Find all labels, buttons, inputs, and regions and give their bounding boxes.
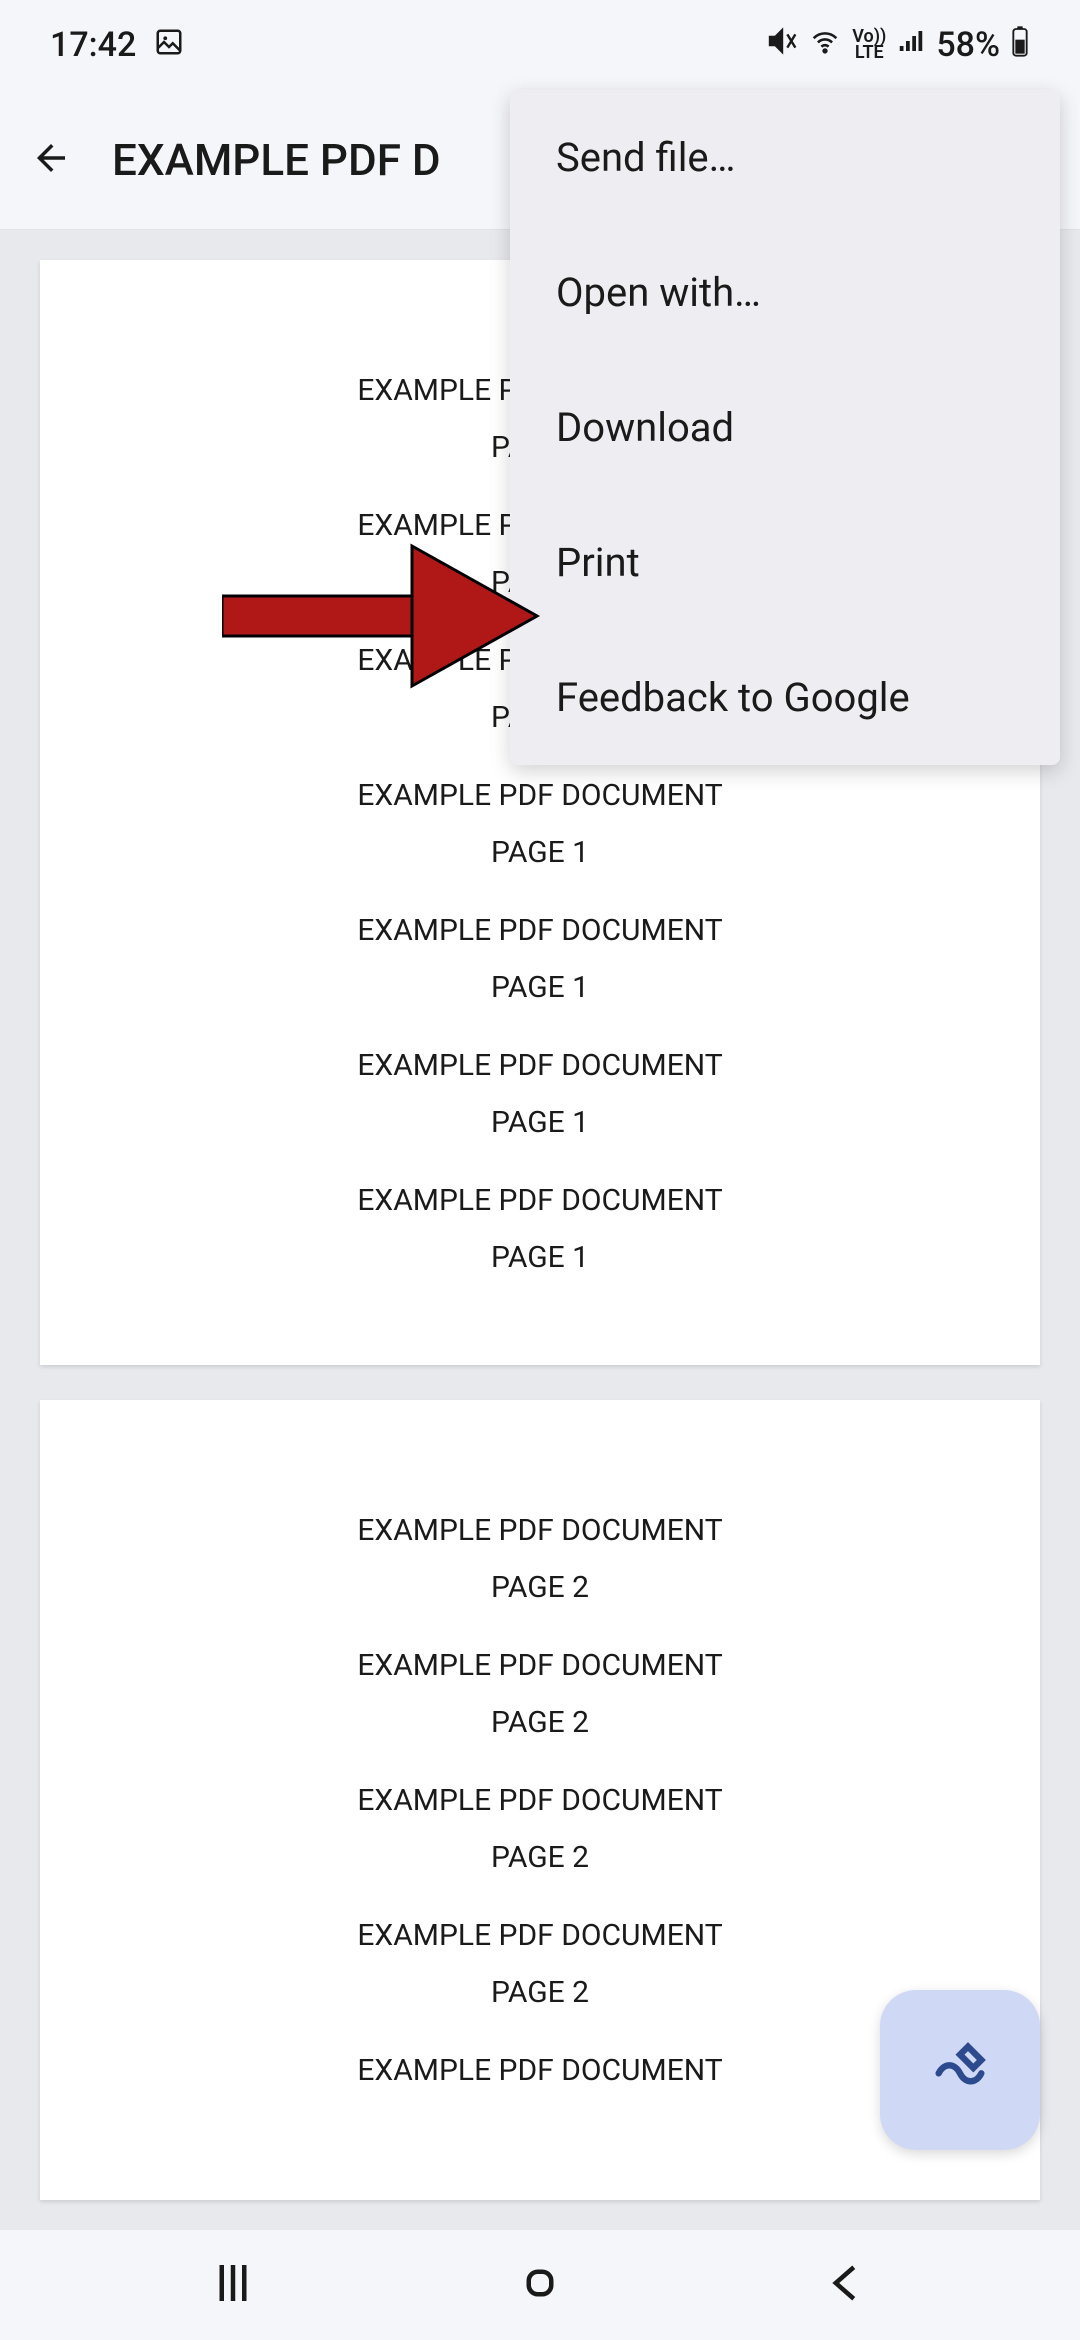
system-nav-bar: [0, 2230, 1080, 2340]
home-icon[interactable]: [513, 2256, 567, 2314]
annotate-fab[interactable]: [880, 1990, 1040, 2150]
volte-icon: Vo))LTE: [852, 29, 886, 61]
pdf-line: PAGE 1: [80, 1105, 1000, 1140]
scribble-icon: [928, 2036, 992, 2104]
menu-send-file[interactable]: Send file…: [510, 90, 1060, 225]
pdf-line: EXAMPLE PDF DOCUMENT: [80, 1915, 1000, 1957]
status-bar: 17:42 Vo))LTE 58%: [0, 0, 1080, 90]
pdf-line: EXAMPLE PDF DOCUMENT: [80, 1645, 1000, 1687]
pdf-line: EXAMPLE PDF DOCUMENT: [80, 1180, 1000, 1222]
annotation-arrow: [222, 536, 542, 700]
status-right: Vo))LTE 58%: [766, 24, 1030, 67]
menu-print[interactable]: Print: [510, 495, 1060, 630]
pdf-line: PAGE 2: [80, 1570, 1000, 1605]
pdf-line: PAGE 2: [80, 1975, 1000, 2010]
pdf-line: PAGE 1: [80, 970, 1000, 1005]
gallery-icon: [154, 27, 184, 64]
menu-feedback[interactable]: Feedback to Google: [510, 630, 1060, 765]
menu-open-with[interactable]: Open with…: [510, 225, 1060, 360]
pdf-line: PAGE 1: [80, 1240, 1000, 1275]
mute-icon: [766, 25, 798, 66]
pdf-line: EXAMPLE PDF DOCUMENT: [80, 1045, 1000, 1087]
overflow-menu: Send file… Open with… Download Print Fee…: [510, 90, 1060, 765]
pdf-line: PAGE 2: [80, 1705, 1000, 1740]
wifi-icon: [808, 24, 842, 67]
battery-icon: [1010, 25, 1030, 66]
status-left: 17:42: [50, 25, 184, 65]
back-icon[interactable]: [30, 137, 72, 183]
pdf-line: EXAMPLE PDF DOCUMENT: [80, 2050, 1000, 2092]
battery-percent: 58%: [936, 25, 1000, 65]
page-title: EXAMPLE PDF D: [112, 134, 441, 186]
pdf-line: PAGE 1: [80, 835, 1000, 870]
back-nav-icon[interactable]: [820, 2256, 874, 2314]
menu-download[interactable]: Download: [510, 360, 1060, 495]
pdf-line: PAGE 2: [80, 1840, 1000, 1875]
pdf-line: EXAMPLE PDF DOCUMENT: [80, 910, 1000, 952]
status-time: 17:42: [50, 25, 136, 65]
signal-icon: [896, 25, 926, 65]
pdf-line: EXAMPLE PDF DOCUMENT: [80, 1780, 1000, 1822]
pdf-line: EXAMPLE PDF DOCUMENT: [80, 775, 1000, 817]
pdf-line: EXAMPLE PDF DOCUMENT: [80, 1510, 1000, 1552]
recents-icon[interactable]: [206, 2256, 260, 2314]
